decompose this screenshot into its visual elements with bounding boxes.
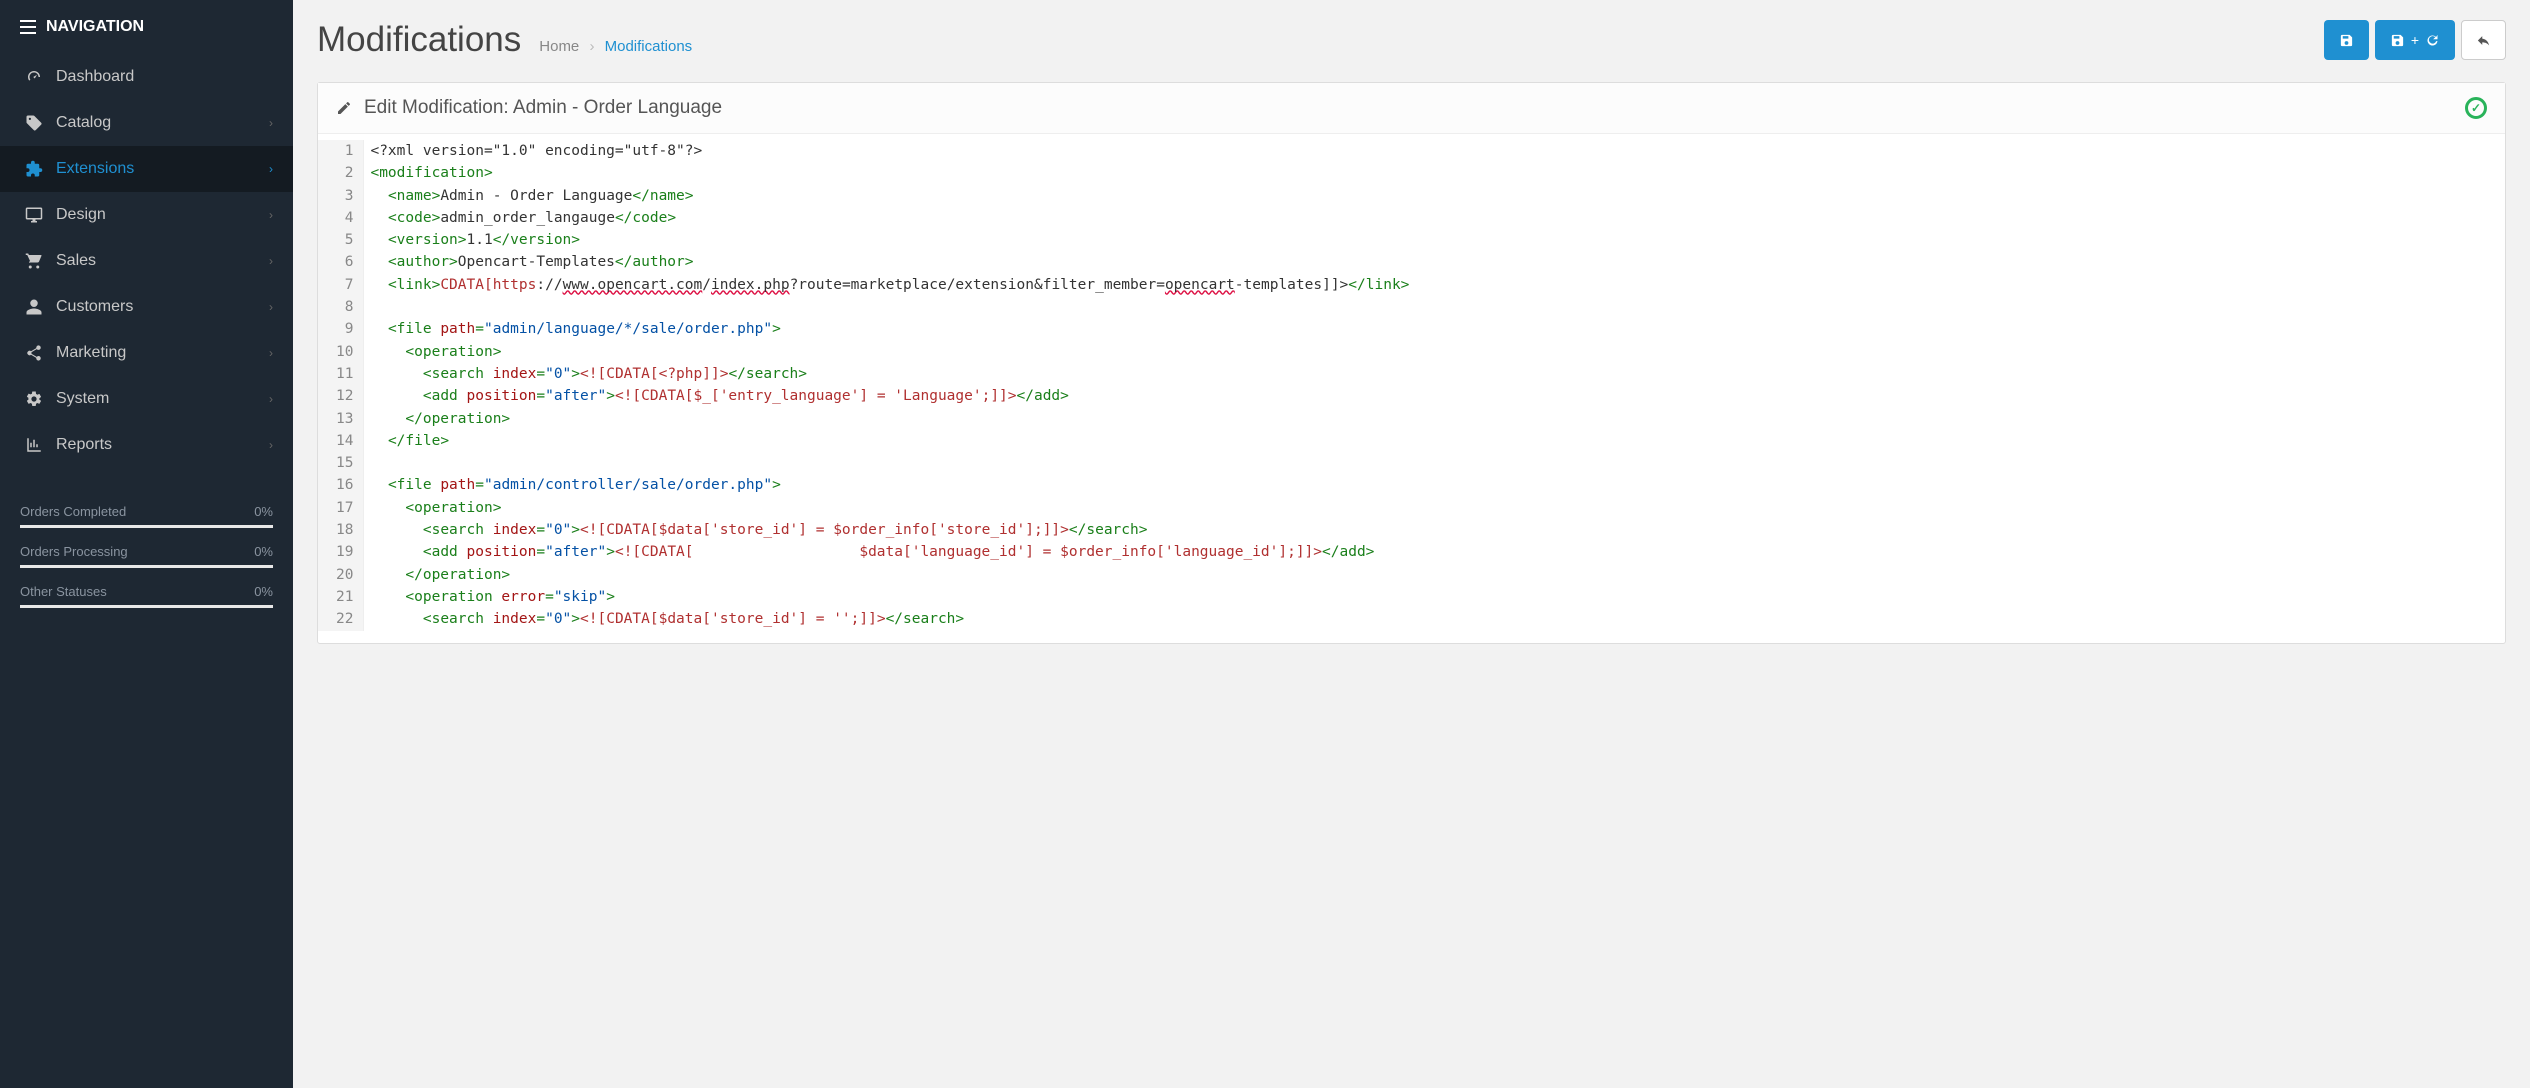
- breadcrumb-current[interactable]: Modifications: [605, 38, 693, 55]
- stat-row: Orders Completed 0%: [20, 504, 273, 519]
- stat-bar: [20, 525, 273, 528]
- panel-title: Edit Modification: Admin - Order Languag…: [364, 97, 722, 119]
- stat-label: Orders Processing: [20, 544, 128, 559]
- stat-row: Orders Processing 0%: [20, 544, 273, 559]
- sidebar-item-extensions[interactable]: Extensions ›: [0, 146, 293, 192]
- chevron-right-icon: ›: [269, 208, 273, 222]
- breadcrumb: Home › Modifications: [539, 38, 692, 55]
- sidebar-item-customers[interactable]: Customers ›: [0, 284, 293, 330]
- tachometer-icon: [20, 68, 48, 86]
- tags-icon: [20, 114, 48, 132]
- sidebar-item-label: Extensions: [56, 160, 134, 178]
- code-content[interactable]: <?xml version="1.0" encoding="utf-8"?><m…: [364, 140, 1409, 631]
- share-icon: [20, 344, 48, 362]
- stat-label: Other Statuses: [20, 584, 107, 599]
- sidebar-item-system[interactable]: System ›: [0, 376, 293, 422]
- chevron-right-icon: ›: [269, 162, 273, 176]
- stat-value: 0%: [254, 504, 273, 519]
- desktop-icon: [20, 206, 48, 224]
- chevron-right-icon: ›: [269, 438, 273, 452]
- navigation-label: NAVIGATION: [46, 18, 144, 36]
- reply-icon: [2476, 33, 2491, 48]
- line-gutter: 12345678910111213141516171819202122: [318, 140, 364, 631]
- sidebar-item-label: Sales: [56, 252, 96, 270]
- chevron-right-icon: ›: [269, 116, 273, 130]
- save-button[interactable]: [2324, 20, 2369, 60]
- stat-row: Other Statuses 0%: [20, 584, 273, 599]
- floppy-icon: [2339, 33, 2354, 48]
- sidebar-item-label: Design: [56, 206, 106, 224]
- sidebar-item-label: System: [56, 390, 109, 408]
- check-circle-icon: ✓: [2465, 97, 2487, 119]
- action-buttons: +: [2324, 20, 2506, 60]
- sidebar-item-label: Customers: [56, 298, 133, 316]
- sidebar-item-label: Catalog: [56, 114, 111, 132]
- stat-label: Orders Completed: [20, 504, 126, 519]
- nav-stats: Orders Completed0%Orders Processing0%Oth…: [0, 468, 293, 628]
- code-editor[interactable]: 12345678910111213141516171819202122 <?xm…: [318, 134, 2505, 643]
- sidebar-item-marketing[interactable]: Marketing ›: [0, 330, 293, 376]
- page-title: Modifications: [317, 20, 521, 60]
- panel-heading: Edit Modification: Admin - Order Languag…: [318, 83, 2505, 134]
- main-content: Modifications Home › Modifications +: [293, 0, 2530, 1088]
- back-button[interactable]: [2461, 20, 2506, 60]
- sidebar-item-label: Reports: [56, 436, 112, 454]
- breadcrumb-separator: ›: [589, 38, 594, 55]
- chevron-right-icon: ›: [269, 254, 273, 268]
- nav-menu: DashboardCatalog›Extensions›Design›Sales…: [0, 54, 293, 468]
- sidebar: NAVIGATION DashboardCatalog›Extensions›D…: [0, 0, 293, 1088]
- chevron-right-icon: ›: [269, 300, 273, 314]
- hamburger-icon[interactable]: [20, 20, 36, 34]
- page-header: Modifications Home › Modifications +: [293, 0, 2530, 72]
- user-icon: [20, 298, 48, 316]
- save-refresh-button[interactable]: +: [2375, 20, 2455, 60]
- refresh-icon: [2425, 33, 2440, 48]
- navigation-header: NAVIGATION: [0, 0, 293, 54]
- pencil-icon: [336, 100, 352, 116]
- puzzle-icon: [20, 160, 48, 178]
- stat-bar: [20, 565, 273, 568]
- chevron-right-icon: ›: [269, 346, 273, 360]
- cart-icon: [20, 252, 48, 270]
- stat-value: 0%: [254, 544, 273, 559]
- plus-label: +: [2411, 32, 2419, 48]
- sidebar-item-label: Marketing: [56, 344, 126, 362]
- stat-value: 0%: [254, 584, 273, 599]
- floppy-icon: [2390, 33, 2405, 48]
- chevron-right-icon: ›: [269, 392, 273, 406]
- sidebar-item-sales[interactable]: Sales ›: [0, 238, 293, 284]
- breadcrumb-home[interactable]: Home: [539, 38, 579, 55]
- sidebar-item-label: Dashboard: [56, 68, 134, 86]
- edit-panel: Edit Modification: Admin - Order Languag…: [317, 82, 2506, 644]
- sidebar-item-catalog[interactable]: Catalog ›: [0, 100, 293, 146]
- sidebar-item-design[interactable]: Design ›: [0, 192, 293, 238]
- sidebar-item-reports[interactable]: Reports ›: [0, 422, 293, 468]
- sidebar-item-dashboard[interactable]: Dashboard: [0, 54, 293, 100]
- bar-chart-icon: [20, 436, 48, 454]
- stat-bar: [20, 605, 273, 608]
- gear-icon: [20, 390, 48, 408]
